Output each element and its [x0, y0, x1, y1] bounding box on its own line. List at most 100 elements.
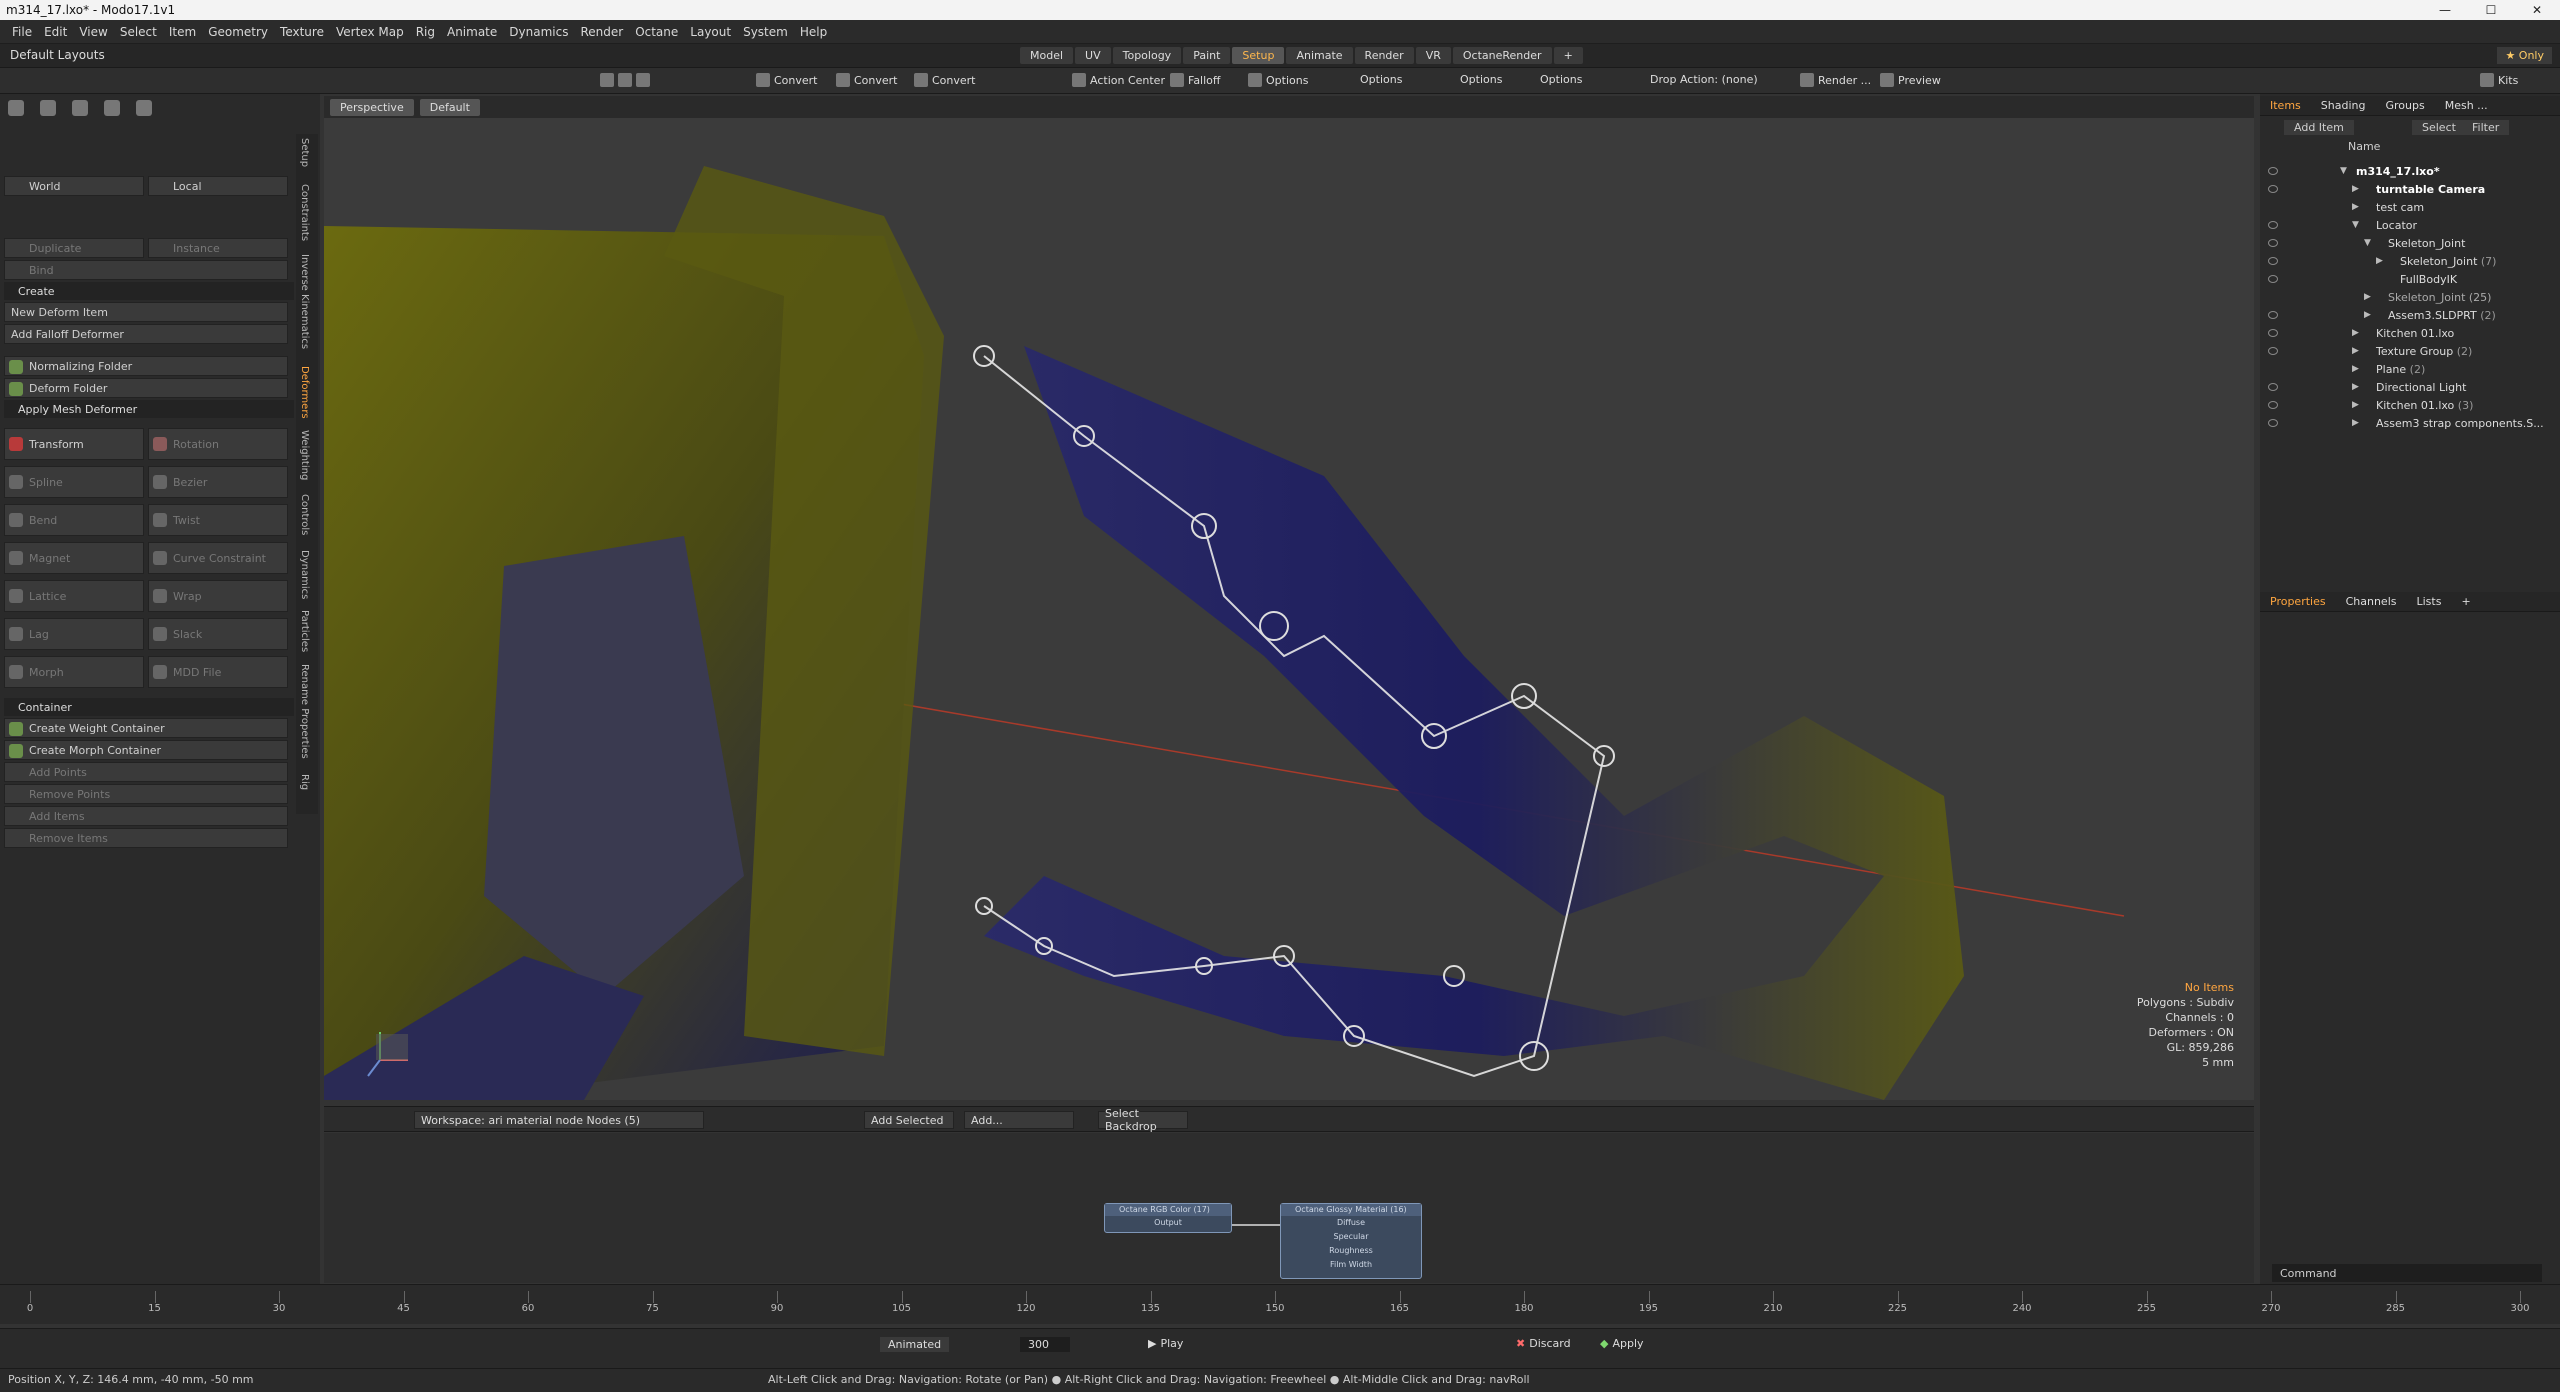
node-port[interactable]: Specular: [1281, 1230, 1421, 1244]
slack-deformer-button[interactable]: Slack: [148, 618, 288, 650]
tab-channels[interactable]: Channels: [2336, 595, 2407, 608]
tree-item-plane[interactable]: ▶ Plane (2): [2260, 360, 2560, 378]
menu-dynamics[interactable]: Dynamics: [503, 25, 574, 39]
tree-item-kitchen[interactable]: ▶ Kitchen 01.lxo: [2260, 324, 2560, 342]
vtab-rename-properties[interactable]: Rename Properties: [299, 664, 310, 759]
create-morph-container-button[interactable]: Create Morph Container: [4, 740, 288, 760]
convert-button-1[interactable]: Convert: [756, 73, 818, 87]
vtab-particles[interactable]: Particles: [299, 610, 310, 652]
menu-animate[interactable]: Animate: [441, 25, 503, 39]
tab-groups[interactable]: Groups: [2375, 99, 2434, 112]
item-icon[interactable]: [8, 100, 24, 116]
eye-icon[interactable]: [2268, 383, 2278, 391]
tab-octanerender[interactable]: OctaneRender: [1452, 47, 1552, 64]
duplicate-button[interactable]: Duplicate: [4, 238, 144, 258]
spline-deformer-button[interactable]: Spline: [4, 466, 144, 498]
eye-icon[interactable]: [2268, 347, 2278, 355]
clock-icon[interactable]: [136, 100, 152, 116]
tab-vr[interactable]: VR: [1415, 47, 1451, 64]
preview-button[interactable]: Preview: [1880, 73, 1941, 87]
tree-item-strap-components[interactable]: ▶ Assem3 strap components.S...: [2260, 414, 2560, 432]
convert-button-3[interactable]: Convert: [914, 73, 976, 87]
vtab-constraints[interactable]: Constraints: [299, 184, 310, 241]
options-button-3[interactable]: Options: [1460, 73, 1502, 86]
select-backdrop-button[interactable]: Select Backdrop: [1098, 1107, 1188, 1133]
tab-uv[interactable]: UV: [1075, 47, 1111, 64]
eye-icon[interactable]: [2268, 311, 2278, 319]
node-port[interactable]: Output: [1105, 1216, 1231, 1230]
eye-icon[interactable]: [2268, 185, 2278, 193]
close-button[interactable]: ✕: [2514, 0, 2560, 20]
workspace-select[interactable]: Workspace: ari material node Nodes (5): [414, 1111, 704, 1129]
tree-item-texture-group[interactable]: ▶ Texture Group (2): [2260, 342, 2560, 360]
node-rgb-color[interactable]: Octane RGB Color (17) Output: [1104, 1203, 1232, 1233]
menu-texture[interactable]: Texture: [274, 25, 330, 39]
tab-model[interactable]: Model: [1020, 47, 1074, 64]
vtab-inverse-kinematics[interactable]: Inverse Kinematics: [299, 254, 310, 349]
add-item-button[interactable]: Add Item: [2284, 119, 2354, 135]
falloff-button[interactable]: Falloff: [1170, 73, 1220, 87]
tab-animate[interactable]: Animate: [1286, 47, 1353, 64]
pivot-icon[interactable]: [72, 100, 88, 116]
node-port[interactable]: Film Width: [1281, 1258, 1421, 1272]
action-center-button[interactable]: Action Center: [1072, 73, 1165, 87]
timeline[interactable]: 0 15 30 45 60 75 90 105 120 135 150 165 180 195 210 225…: [0, 1284, 2560, 1324]
render-button[interactable]: Render ...: [1800, 73, 1871, 87]
animated-mode-select[interactable]: Animated: [880, 1337, 950, 1352]
tree-item-skeleton-joint[interactable]: ▼ Skeleton_Joint: [2260, 234, 2560, 252]
maximize-button[interactable]: ☐: [2468, 0, 2514, 20]
remove-items-button[interactable]: Remove Items: [4, 828, 288, 848]
bend-deformer-button[interactable]: Bend: [4, 504, 144, 536]
menu-edit[interactable]: Edit: [38, 25, 73, 39]
tab-topology[interactable]: Topology: [1112, 47, 1182, 64]
tree-item-locator[interactable]: ▼ Locator: [2260, 216, 2560, 234]
add-items-button[interactable]: Add Items: [4, 806, 288, 826]
only-toggle[interactable]: ★ Only: [2497, 47, 2552, 64]
remove-points-button[interactable]: Remove Points: [4, 784, 288, 804]
shading-style-select[interactable]: Default: [419, 98, 480, 116]
tab-setup[interactable]: Setup: [1232, 47, 1285, 64]
add-falloff-deformer-select[interactable]: Add Falloff Deformer: [4, 324, 288, 344]
bind-button[interactable]: Bind: [4, 260, 288, 280]
menu-select[interactable]: Select: [114, 25, 163, 39]
transform-deformer-button[interactable]: Transform: [4, 428, 144, 460]
options-button-4[interactable]: Options: [1540, 73, 1582, 86]
apply-button[interactable]: ◆ Apply: [1600, 1337, 1644, 1350]
drop-action-select[interactable]: Drop Action: (none): [1650, 73, 1758, 86]
world-toggle[interactable]: World: [4, 176, 144, 196]
lag-deformer-button[interactable]: Lag: [4, 618, 144, 650]
node-port[interactable]: Roughness: [1281, 1244, 1421, 1258]
node-editor-canvas[interactable]: Octane RGB Color (17) Output Octane Glos…: [324, 1133, 2254, 1283]
node-port[interactable]: Diffuse: [1281, 1216, 1421, 1230]
tab-mesh[interactable]: Mesh ...: [2435, 99, 2498, 112]
eye-icon[interactable]: [2268, 275, 2278, 283]
convert-button-2[interactable]: Convert: [836, 73, 898, 87]
tab-items[interactable]: Items: [2260, 99, 2311, 112]
menu-render[interactable]: Render: [574, 25, 629, 39]
eye-icon[interactable]: [2268, 329, 2278, 337]
discard-button[interactable]: ✖ Discard: [1516, 1337, 1571, 1350]
rotation-deformer-button[interactable]: Rotation: [148, 428, 288, 460]
container-section[interactable]: Container: [4, 698, 294, 716]
play-button[interactable]: ▶ Play: [1148, 1337, 1183, 1350]
edge-icon[interactable]: [104, 100, 120, 116]
add-props-tab-button[interactable]: +: [2451, 595, 2480, 608]
tab-lists[interactable]: Lists: [2407, 595, 2452, 608]
menu-system[interactable]: System: [737, 25, 794, 39]
minimize-button[interactable]: —: [2422, 0, 2468, 20]
magnet-deformer-button[interactable]: Magnet: [4, 542, 144, 574]
eye-icon[interactable]: [2268, 401, 2278, 409]
vtab-rig[interactable]: Rig: [299, 774, 310, 790]
tree-item-kitchen-3[interactable]: ▶ Kitchen 01.lxo (3): [2260, 396, 2560, 414]
deform-folder-button[interactable]: Deform Folder: [4, 378, 288, 398]
menu-rig[interactable]: Rig: [410, 25, 441, 39]
3d-viewport[interactable]: Perspective Default No Items Polygons : …: [324, 96, 2254, 1100]
vtab-dynamics[interactable]: Dynamics: [299, 550, 310, 599]
node-glossy-material[interactable]: Octane Glossy Material (16) Diffuse Spec…: [1280, 1203, 1422, 1279]
menu-layout[interactable]: Layout: [684, 25, 737, 39]
view-mode-select[interactable]: Perspective: [330, 98, 414, 116]
twist-deformer-button[interactable]: Twist: [148, 504, 288, 536]
menu-geometry[interactable]: Geometry: [202, 25, 274, 39]
vtab-setup[interactable]: Setup: [299, 138, 310, 167]
menu-file[interactable]: File: [6, 25, 38, 39]
